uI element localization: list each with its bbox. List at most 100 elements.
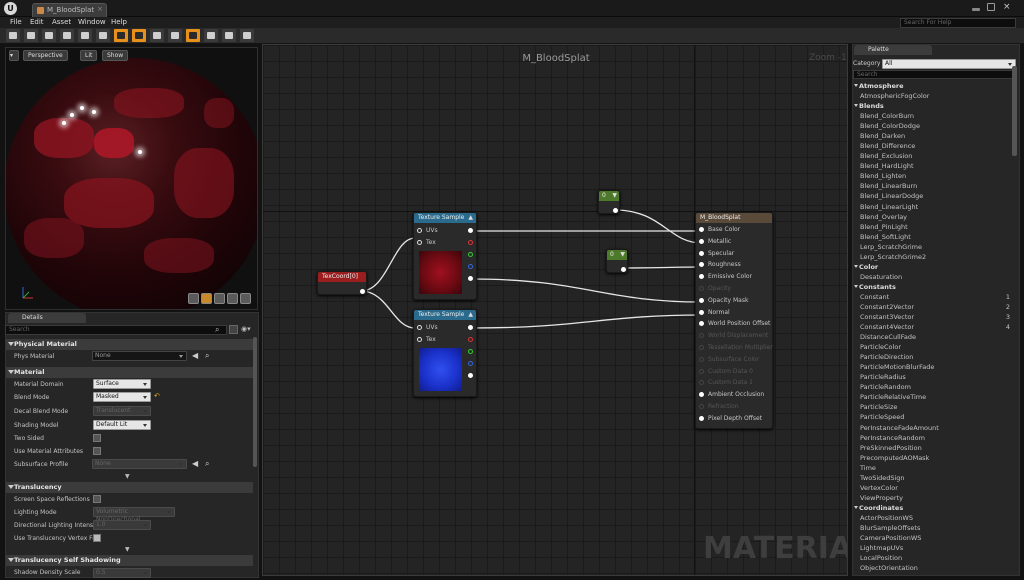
collapse-node-icon[interactable]: ▲ [468, 214, 473, 221]
close-window-icon[interactable]: × [1003, 3, 1011, 12]
palette-item[interactable]: ParticleSize [860, 402, 1010, 412]
section-translucency-self-shadowing[interactable]: Translucency Self Shadowing [6, 555, 253, 566]
palette-item[interactable]: Constant 1 [860, 292, 1010, 302]
browse-search-icon[interactable]: ⌕ [205, 351, 209, 360]
palette-item[interactable]: LocalPosition [860, 553, 1010, 563]
shading-model-dropdown[interactable]: Default Lit [93, 420, 151, 430]
result-input-pin[interactable] [699, 380, 704, 386]
clean-up-icon[interactable] [96, 29, 110, 42]
palette-category[interactable]: Coordinates [854, 503, 903, 513]
shadow-density-scale-input[interactable]: 0.5 [93, 568, 151, 578]
palette-item[interactable]: Blend_ColorDodge [860, 121, 1010, 131]
save-icon[interactable] [6, 29, 20, 42]
palette-item[interactable]: Constant3Vector 3 [860, 312, 1010, 322]
palette-item[interactable]: ParticleMotionBlurFade [860, 362, 1010, 372]
palette-item[interactable]: VertexColor [860, 483, 1010, 493]
material-graph[interactable]: M_BloodSplat Zoom -1 MATERIAL TexCoord[0… [262, 44, 848, 576]
palette-item[interactable]: Time [860, 463, 1010, 473]
a-output-pin[interactable] [468, 276, 473, 281]
a-output-pin[interactable] [468, 373, 473, 378]
constant-b-output-pin[interactable] [621, 267, 626, 272]
palette-item[interactable]: ParticleSpeed [860, 412, 1010, 422]
phys-material-dropdown[interactable]: None [92, 351, 187, 361]
result-input-pin[interactable] [699, 297, 704, 303]
result-input-pin[interactable] [699, 345, 704, 350]
preview-plane-icon[interactable] [214, 293, 225, 304]
palette-item[interactable]: Blend_Lighten [860, 171, 1010, 181]
palette-search-input[interactable]: Search [853, 70, 1016, 79]
palette-item[interactable]: PreSkinnedPosition [860, 443, 1010, 453]
palette-item[interactable]: CameraPositionWS [860, 533, 1010, 543]
lighting-mode-dropdown[interactable]: Volumetric NonDirectional [93, 507, 175, 523]
palette-item[interactable]: ViewProperty [860, 493, 1010, 503]
palette-item[interactable]: Blend_LinearLight [860, 202, 1010, 212]
expand-advanced-icon[interactable]: ▼ [125, 546, 130, 553]
section-translucency[interactable]: Translucency [6, 482, 253, 493]
palette-item[interactable]: ParticleDirection [860, 352, 1010, 362]
palette-item[interactable]: Constant4Vector 4 [860, 322, 1010, 332]
show-button[interactable]: Show [102, 50, 129, 61]
preview-cube-icon[interactable] [227, 293, 238, 304]
lit-button[interactable]: Lit [80, 50, 98, 61]
result-input-pin[interactable] [699, 286, 704, 291]
reset-to-default-icon[interactable]: ↶ [154, 392, 160, 400]
palette-item[interactable]: Blend_LinearBurn [860, 181, 1010, 191]
live-preview-icon[interactable] [132, 29, 146, 42]
palette-item[interactable]: Blend_Darken [860, 131, 1010, 141]
palette-item[interactable]: Constant2Vector 2 [860, 302, 1010, 312]
preview-viewport[interactable]: ▾ Perspective Lit Show [5, 47, 258, 310]
palette-category[interactable]: Color [854, 262, 878, 272]
result-input-pin[interactable] [699, 356, 704, 362]
section-material[interactable]: Material [6, 367, 253, 378]
palette-item[interactable]: LightmapUVs [860, 543, 1010, 553]
perspective-button[interactable]: Perspective [23, 50, 68, 61]
palette-category[interactable]: Blends [854, 101, 884, 111]
r-output-pin[interactable] [468, 240, 473, 245]
palette-item[interactable]: Blend_Difference [860, 141, 1010, 151]
two-sided-checkbox[interactable] [93, 434, 101, 442]
use-selected-arrow-icon[interactable]: ◀ [192, 351, 198, 360]
palette-item[interactable]: PerInstanceRandom [860, 433, 1010, 443]
palette-item[interactable]: PrecomputedAOMask [860, 453, 1010, 463]
palette-item[interactable]: ParticleRadius [860, 372, 1010, 382]
palette-item[interactable]: DistanceCullFade [860, 332, 1010, 342]
unreal-logo-icon[interactable]: U [4, 2, 17, 15]
maximize-icon[interactable] [987, 3, 995, 11]
material-result-node[interactable]: M_BloodSplat Base Color Metallic Specular R… [695, 212, 773, 429]
b-output-pin[interactable] [468, 361, 473, 366]
translucency-vertex-fog-checkbox[interactable] [93, 534, 101, 542]
constant-node-roughness[interactable]: 0 ▼ [606, 249, 628, 273]
palette-item[interactable]: Blend_SoftLight [860, 232, 1010, 242]
result-input-pin[interactable] [699, 238, 704, 244]
collapse-node-icon[interactable]: ▼ [620, 251, 625, 258]
use-selected-arrow-icon[interactable]: ◀ [192, 459, 198, 468]
apply-icon[interactable] [42, 29, 56, 42]
palette-item[interactable]: Blend_Exclusion [860, 151, 1010, 161]
details-search-input[interactable]: Search [5, 325, 227, 335]
preview-sphere-icon[interactable] [201, 293, 212, 304]
preview-mesh-icon[interactable] [240, 293, 251, 304]
result-input-pin[interactable] [699, 333, 704, 339]
palette-item[interactable]: Desaturation [860, 272, 1010, 282]
palette-item[interactable]: TwoSidedSign [860, 473, 1010, 483]
close-tab-icon[interactable]: × [97, 5, 103, 13]
rgb-output-pin[interactable] [468, 228, 473, 233]
live-nodes-icon[interactable] [150, 29, 164, 42]
search-graph-icon[interactable] [60, 29, 74, 42]
palette-item[interactable]: Blend_PinLight [860, 222, 1010, 232]
browse-icon[interactable] [24, 29, 38, 42]
palette-item[interactable]: ParticleColor [860, 342, 1010, 352]
view-options-icon[interactable]: ◉▾ [241, 325, 255, 334]
g-output-pin[interactable] [468, 252, 473, 257]
palette-item[interactable]: BlurSampleOffsets [860, 523, 1010, 533]
search-help-input[interactable]: Search For Help [900, 18, 1016, 28]
tex-input-pin[interactable] [417, 240, 422, 245]
constant-node-metallic[interactable]: 0 ▼ [598, 190, 620, 214]
palette-item[interactable]: ParticleRelativeTime [860, 392, 1010, 402]
menu-asset[interactable]: Asset [52, 17, 71, 28]
document-tab[interactable]: M_BloodSplat × [32, 3, 107, 17]
texture-sample-node-1[interactable]: Texture Sample ▲ UVs Tex [413, 212, 477, 300]
b-output-pin[interactable] [468, 264, 473, 269]
menu-edit[interactable]: Edit [30, 17, 44, 28]
palette-item[interactable]: Lerp_ScratchGrime2 [860, 252, 1010, 262]
